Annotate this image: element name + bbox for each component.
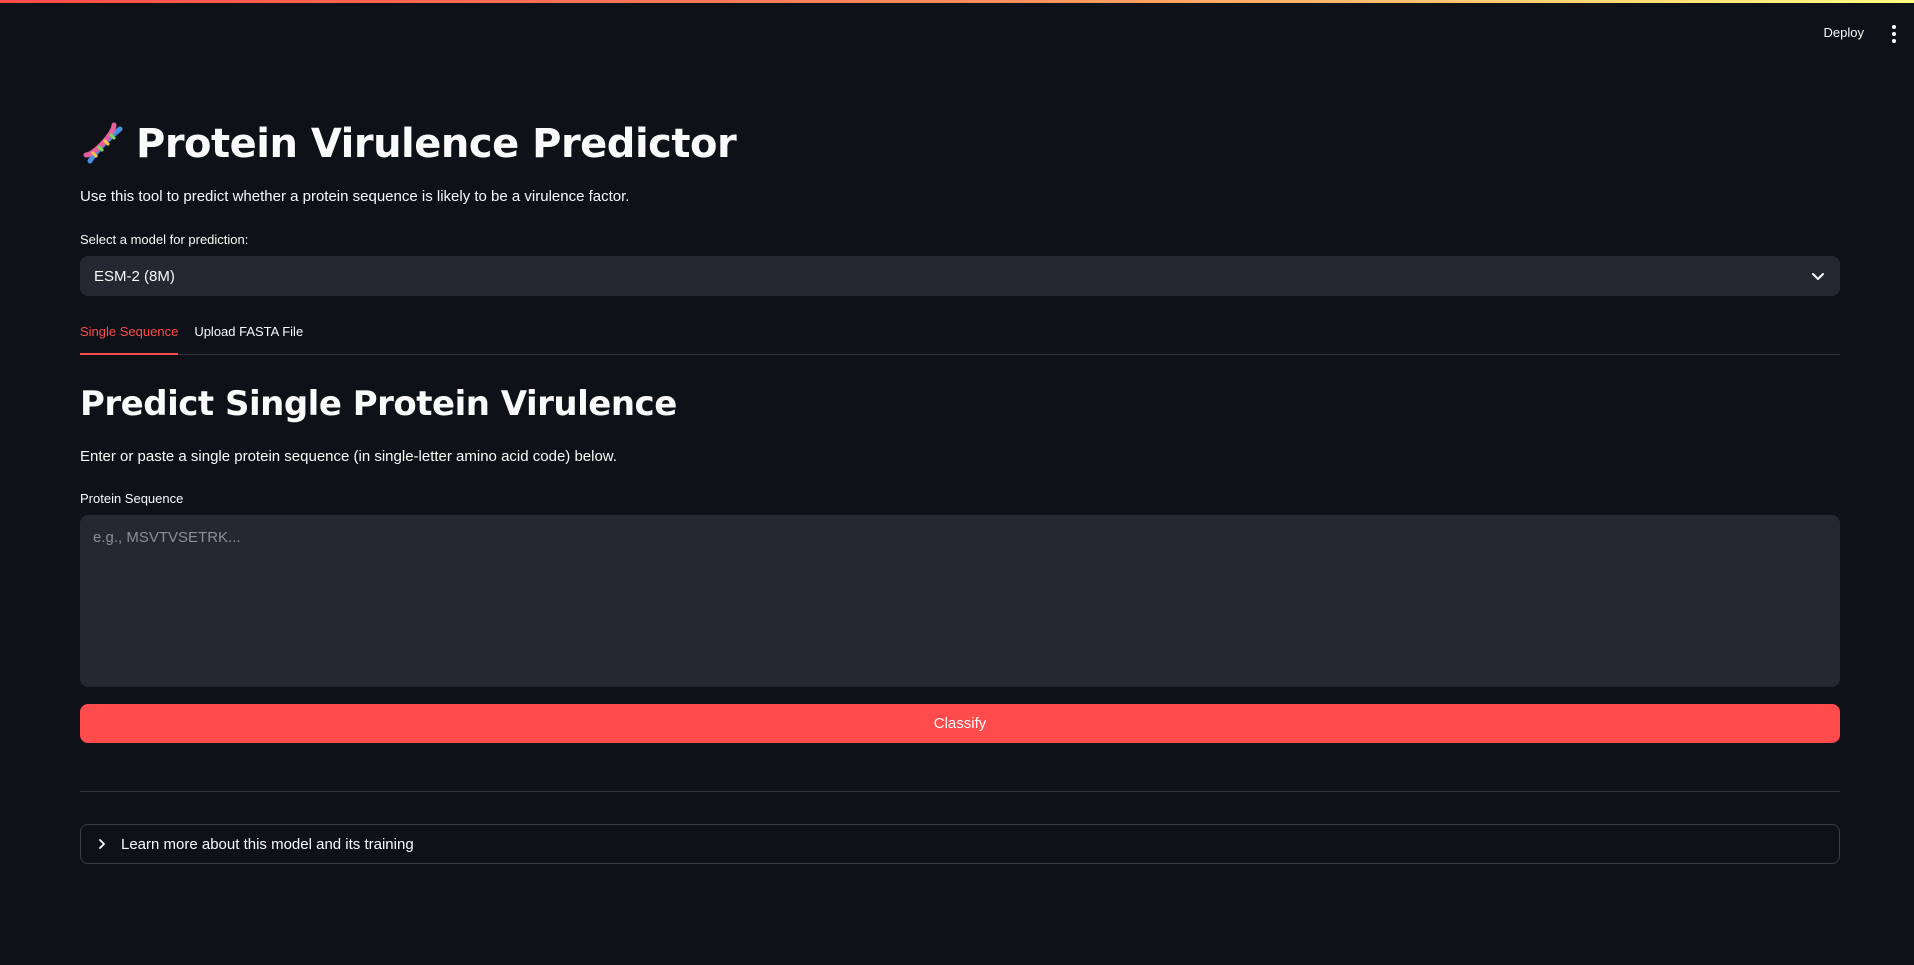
model-select-value: ESM-2 (8M) bbox=[94, 267, 175, 285]
expander-label: Learn more about this model and its trai… bbox=[121, 835, 414, 853]
app-header: Deploy bbox=[0, 3, 1914, 61]
tab-single-sequence[interactable]: Single Sequence bbox=[80, 318, 179, 355]
tab-bar: Single Sequence Upload FASTA File bbox=[80, 318, 1840, 355]
tab-upload-fasta[interactable]: Upload FASTA File bbox=[194, 318, 303, 354]
title-row: Protein Virulence Predictor bbox=[80, 118, 737, 170]
section-heading: Predict Single Protein Virulence bbox=[80, 384, 677, 424]
protein-sequence-input[interactable] bbox=[80, 515, 1840, 687]
chevron-down-icon bbox=[1812, 273, 1824, 280]
page-description: Use this tool to predict whether a prote… bbox=[80, 188, 630, 205]
page-title: Protein Virulence Predictor bbox=[136, 121, 737, 167]
classify-button[interactable]: Classify bbox=[80, 704, 1840, 743]
chevron-right-icon bbox=[99, 839, 105, 849]
more-vertical-icon[interactable] bbox=[1886, 22, 1902, 46]
dna-icon bbox=[83, 122, 123, 164]
model-select-label: Select a model for prediction: bbox=[80, 232, 249, 247]
protein-sequence-label: Protein Sequence bbox=[80, 491, 184, 506]
deploy-button[interactable]: Deploy bbox=[1814, 19, 1874, 46]
model-select[interactable]: ESM-2 (8M) bbox=[80, 256, 1840, 296]
section-instructions: Enter or paste a single protein sequence… bbox=[80, 448, 617, 465]
learn-more-expander[interactable]: Learn more about this model and its trai… bbox=[80, 824, 1840, 864]
divider bbox=[80, 791, 1840, 792]
